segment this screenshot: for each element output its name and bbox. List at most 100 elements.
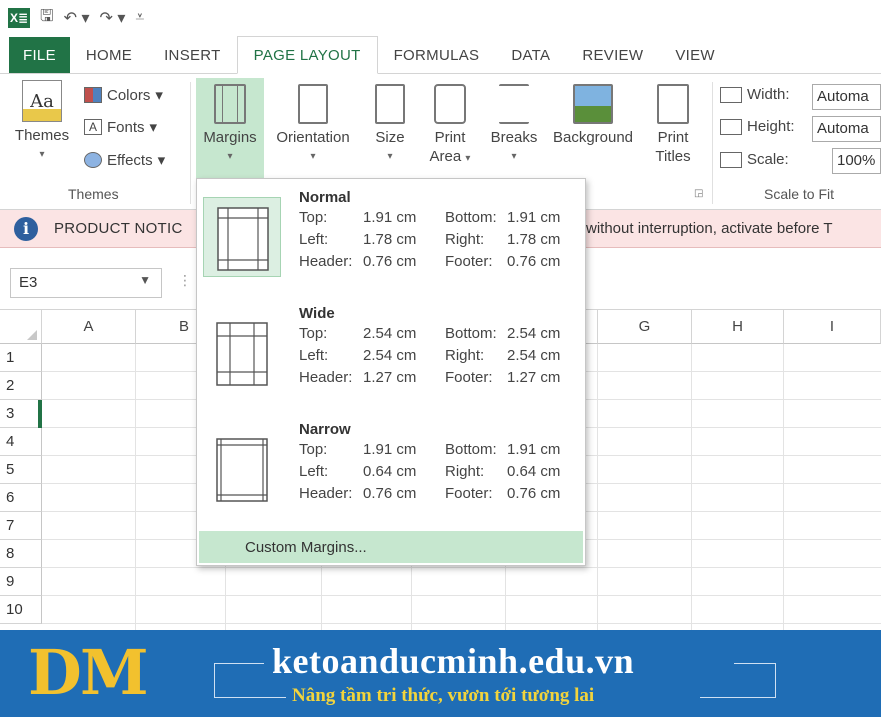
width-row: Width: <box>720 86 790 103</box>
margin-option-narrow[interactable]: Narrow Top: 1.91 cm Bottom: 1.91 cm Left: 0… <box>197 413 585 528</box>
orientation-icon <box>298 84 328 124</box>
notice-title: PRODUCT NOTIC <box>54 220 183 237</box>
background-label: Background <box>552 129 634 146</box>
chevron-down-icon: ▾ <box>157 152 166 169</box>
grid-line <box>135 344 136 630</box>
margin-option-normal[interactable]: Normal Top: 1.91 cm Bottom: 1.91 cm Left: 1… <box>197 181 585 296</box>
undo-icon[interactable]: ↶ ▾ <box>64 8 90 28</box>
print-area-label-2: Area ▾ <box>429 148 471 165</box>
row-header[interactable]: 5 <box>0 456 42 484</box>
narrow-margins-thumbnail <box>203 429 281 509</box>
tab-data[interactable]: DATA <box>495 37 566 73</box>
themes-label: Themes <box>14 127 70 144</box>
row-header[interactable]: 6 <box>0 484 42 512</box>
chevron-down-icon: ▾ <box>39 149 45 160</box>
effects-icon <box>84 152 102 168</box>
scale-row: Scale: <box>720 151 789 168</box>
custom-margins-menu-item[interactable]: Custom Margins... <box>199 531 583 563</box>
row-header[interactable]: 3 <box>0 400 42 428</box>
dialog-launcher-icon[interactable]: ◲ <box>694 188 703 199</box>
wide-margins-thumbnail <box>203 313 281 393</box>
fonts-button[interactable]: A Fonts ▾ <box>84 118 157 136</box>
colors-button[interactable]: Colors ▾ <box>84 86 163 104</box>
option-title: Normal <box>299 189 351 206</box>
background-icon <box>573 84 613 124</box>
size-icon <box>375 84 405 124</box>
row-header[interactable]: 1 <box>0 344 42 372</box>
resize-handle-icon[interactable]: ⋮ <box>178 272 192 289</box>
page-preview-icon <box>217 207 269 271</box>
ribbon-tabs: FILE HOME INSERT PAGE LAYOUT FORMULAS DA… <box>0 36 881 74</box>
orientation-button[interactable]: Orientation ▾ <box>268 84 358 166</box>
grid-line <box>42 567 881 568</box>
effects-button[interactable]: Effects ▾ <box>84 151 165 169</box>
scale-input[interactable]: 100% <box>832 148 881 174</box>
column-header[interactable]: G <box>598 310 692 344</box>
themes-button[interactable]: Aa Themes ▾ <box>10 80 74 164</box>
printer-icon <box>434 84 466 124</box>
column-header[interactable]: H <box>692 310 784 344</box>
effects-label: Effects <box>107 151 153 169</box>
print-titles-label-2: Titles <box>655 148 691 165</box>
tab-page-layout[interactable]: PAGE LAYOUT <box>236 36 378 74</box>
width-label: Width: <box>747 86 790 103</box>
margins-label: Margins <box>203 129 257 146</box>
chevron-down-icon: ▾ <box>511 151 517 162</box>
colors-label: Colors <box>107 86 151 104</box>
option-title: Wide <box>299 305 335 322</box>
row-header[interactable]: 7 <box>0 512 42 540</box>
tab-home[interactable]: HOME <box>70 37 148 73</box>
margins-dropdown-menu: Normal Top: 1.91 cm Bottom: 1.91 cm Left: 1… <box>196 178 586 566</box>
tab-view[interactable]: VIEW <box>659 37 731 73</box>
title-bar: X≣ 🖫 ↶ ▾ ↷ ▾ ⩡ <box>0 0 881 36</box>
chevron-down-icon: ▾ <box>227 151 233 162</box>
grid-line <box>691 344 692 630</box>
option-title: Narrow <box>299 421 351 438</box>
scale-group-label: Scale to Fit <box>764 186 835 202</box>
margins-button[interactable]: Margins ▾ <box>196 78 264 178</box>
chevron-down-icon[interactable]: ▼ <box>139 273 151 287</box>
row-header[interactable]: 10 <box>0 596 42 624</box>
row-header[interactable]: 4 <box>0 428 42 456</box>
customize-icon[interactable]: ⩡ <box>135 9 144 27</box>
banner-rule <box>214 663 215 697</box>
colors-icon <box>84 87 102 103</box>
breaks-button[interactable]: Breaks ▾ <box>486 84 542 166</box>
save-icon[interactable]: 🖫 <box>40 5 54 32</box>
tab-insert[interactable]: INSERT <box>148 37 237 73</box>
site-name: ketoanducminh.edu.vn <box>272 641 635 681</box>
chevron-down-icon: ▾ <box>387 151 393 162</box>
slogan: Nâng tầm tri thức, vươn tới tương lai <box>292 685 595 706</box>
column-header[interactable]: A <box>42 310 136 344</box>
row-header[interactable]: 8 <box>0 540 42 568</box>
tab-file[interactable]: FILE <box>9 37 70 73</box>
margin-option-wide[interactable]: Wide Top: 2.54 cm Bottom: 2.54 cm Left: 2.5… <box>197 297 585 412</box>
row-header[interactable]: 2 <box>0 372 42 400</box>
background-button[interactable]: Background <box>546 84 640 147</box>
banner-rule <box>734 663 776 664</box>
column-header[interactable]: I <box>784 310 881 344</box>
active-cell-indicator <box>38 400 42 428</box>
print-titles-button[interactable]: Print Titles <box>648 84 698 166</box>
banner-rule <box>775 663 776 697</box>
select-all-corner[interactable] <box>0 310 42 344</box>
height-select[interactable]: Automa <box>812 116 881 142</box>
tab-review[interactable]: REVIEW <box>566 37 659 73</box>
group-divider <box>712 82 713 204</box>
page-preview-icon <box>216 438 268 502</box>
row-header[interactable]: 9 <box>0 568 42 596</box>
grid-line <box>42 623 881 624</box>
banner-rule <box>214 697 286 698</box>
chevron-down-icon: ▾ <box>310 151 316 162</box>
width-select[interactable]: Automa <box>812 84 881 110</box>
print-area-button[interactable]: Print Area ▾ <box>424 84 476 168</box>
size-button[interactable]: Size ▾ <box>366 84 414 166</box>
name-box[interactable]: E3 ▼ <box>10 268 162 298</box>
grid-line <box>597 344 598 630</box>
brand-banner: D M ketoanducminh.edu.vn Nâng tầm tri th… <box>0 630 881 717</box>
banner-rule <box>214 663 264 664</box>
tab-formulas[interactable]: FORMULAS <box>378 37 496 73</box>
grid-line <box>783 344 784 630</box>
size-label: Size <box>375 129 405 146</box>
redo-icon[interactable]: ↷ ▾ <box>100 8 126 28</box>
